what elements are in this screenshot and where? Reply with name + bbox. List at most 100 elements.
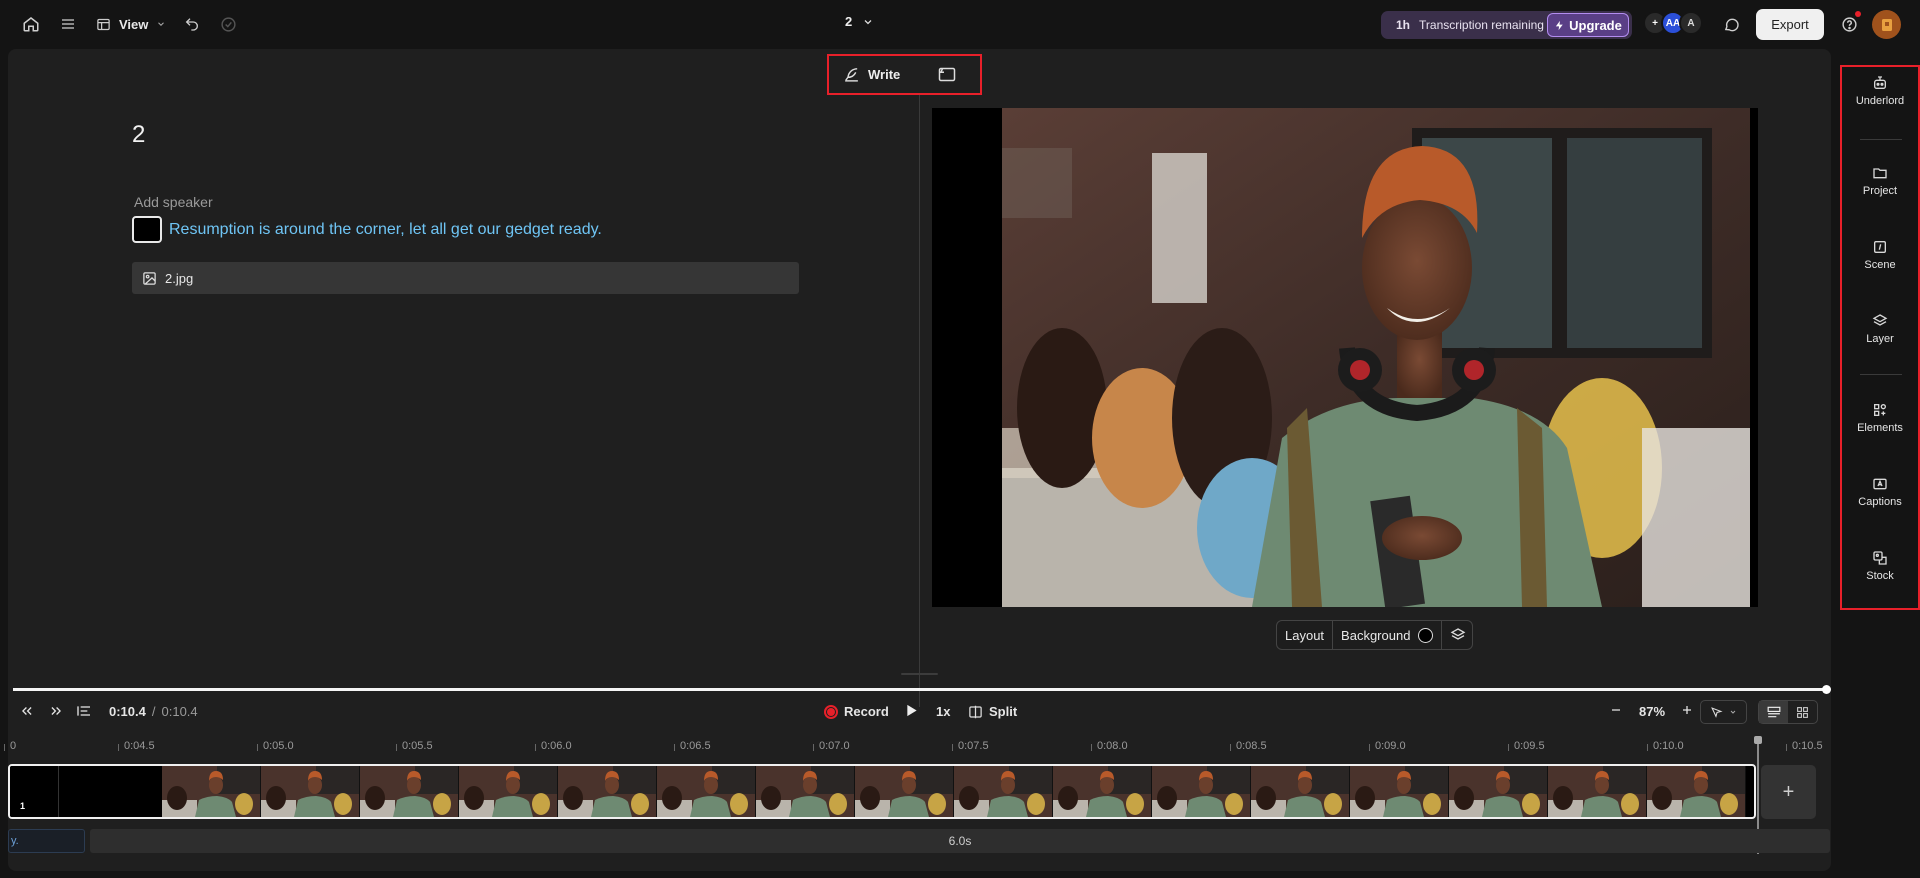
time-separator: / — [151, 704, 156, 719]
export-button[interactable]: Export — [1756, 9, 1824, 40]
media-file-row[interactable]: 2.jpg — [132, 262, 799, 294]
split-label: Split — [989, 704, 1018, 719]
clip-thumbnail — [1251, 766, 1350, 817]
playback-speed-button[interactable]: 1x — [936, 704, 950, 719]
ruler-tick: 0:09.5 — [1508, 740, 1545, 752]
media-file-name: 2.jpg — [165, 270, 194, 286]
saved-check-icon — [217, 13, 239, 35]
clip-thumbnails[interactable] — [162, 766, 1746, 817]
layers-button[interactable] — [1442, 621, 1474, 649]
sidebar-item-scene[interactable]: Scene — [1842, 239, 1918, 271]
sidebar-divider — [1860, 374, 1902, 375]
play-button[interactable] — [906, 704, 918, 717]
timeline-ruler[interactable]: 0 0:04.5 0:05.0 0:05.5 0:06.0 0:06.5 0:0… — [3, 736, 1831, 756]
clip-thumbnail — [855, 766, 954, 817]
add-clip-button[interactable]: + — [1761, 765, 1816, 819]
record-button[interactable]: Record — [824, 704, 889, 719]
chevron-down-icon — [864, 19, 872, 24]
record-icon — [824, 704, 838, 719]
timeline-resize-handle[interactable] — [901, 673, 938, 675]
robot-icon — [1874, 76, 1886, 89]
user-avatar[interactable] — [1872, 10, 1901, 39]
project-name: 2 — [845, 14, 853, 29]
audio-clip-left[interactable]: y. — [8, 829, 85, 853]
skip-forward-icon[interactable] — [49, 704, 63, 718]
sidebar-item-elements[interactable]: Elements — [1842, 402, 1918, 434]
scrubber-bar[interactable] — [13, 688, 1827, 691]
project-switcher[interactable]: 2 — [845, 14, 874, 29]
background-color-swatch — [1418, 627, 1434, 643]
background-label: Background — [1341, 627, 1411, 643]
timeline-list-view-icon[interactable] — [1759, 701, 1788, 723]
sidebar-item-label: Underlord — [1855, 95, 1905, 107]
sidebar-item-label: Layer — [1866, 333, 1894, 345]
help-icon[interactable] — [1838, 11, 1861, 35]
sidebar-item-captions[interactable]: Captions — [1842, 476, 1918, 508]
sidebar-item-project[interactable]: Project — [1842, 165, 1918, 197]
layout-mode-icon[interactable] — [938, 67, 956, 82]
comment-icon[interactable] — [1720, 13, 1742, 35]
background-button[interactable]: Background — [1333, 621, 1443, 649]
transcription-label: Transcription remaining — [1419, 18, 1544, 32]
clip-thumbnail — [261, 766, 360, 817]
sidebar-item-label: Elements — [1857, 422, 1903, 434]
script-track-icon[interactable] — [76, 704, 92, 718]
undo-icon[interactable] — [181, 13, 203, 35]
view-menu[interactable]: View — [96, 12, 166, 36]
zoom-level: 87% — [1639, 704, 1666, 719]
video-preview[interactable] — [932, 108, 1758, 607]
ruler-tick: 0 — [3, 740, 17, 752]
script-title[interactable]: 2 — [132, 121, 145, 149]
scene-icon — [1874, 241, 1886, 253]
preview-image — [1002, 108, 1750, 607]
sidebar-item-underlord[interactable]: Underlord — [1842, 75, 1918, 107]
ruler-tick: 0:07.0 — [813, 740, 850, 752]
layout-button[interactable]: Layout — [1277, 621, 1334, 649]
clip-thumbnail — [657, 766, 756, 817]
sidebar-item-layer[interactable]: Layer — [1842, 313, 1918, 345]
user-icon — [1881, 18, 1892, 31]
clip-thumbnail — [756, 766, 855, 817]
collaborators[interactable]: + AA A — [1643, 11, 1703, 35]
scrubber-handle[interactable] — [1822, 685, 1831, 694]
pane-divider[interactable] — [919, 95, 920, 707]
right-sidebar: Underlord Project Scene Layer Elements C… — [1840, 65, 1920, 610]
transcription-remaining-pill: 1h Transcription remaining Upgrade — [1381, 11, 1632, 39]
script-text[interactable]: Resumption is around the corner, let all… — [169, 221, 602, 239]
cursor-tool-select[interactable] — [1700, 700, 1747, 724]
notification-dot — [1855, 11, 1861, 17]
zoom-out-icon[interactable] — [1610, 704, 1622, 716]
sidebar-item-stock[interactable]: Stock — [1842, 550, 1918, 582]
view-label: View — [119, 16, 149, 32]
audio-clip[interactable]: 6.0s — [90, 829, 1830, 853]
zoom-in-icon[interactable] — [1681, 704, 1693, 716]
chevron-down-icon — [158, 22, 165, 26]
clip-thumbnail — [162, 766, 261, 817]
transcription-hours: 1h — [1396, 18, 1411, 32]
clip-thumbnail — [459, 766, 558, 817]
speaker-swatch[interactable] — [132, 216, 162, 243]
captions-icon — [1873, 478, 1887, 490]
view-icon — [97, 18, 110, 30]
audio-duration: 6.0s — [948, 834, 972, 848]
clip-number: 1 — [20, 801, 26, 811]
video-track[interactable]: 1 — [8, 764, 1756, 819]
image-icon — [143, 271, 156, 285]
add-speaker-button[interactable]: Add speaker — [134, 194, 213, 210]
ruler-tick: 0:09.0 — [1369, 740, 1406, 752]
total-time: 0:10.4 — [161, 704, 198, 719]
split-button[interactable]: Split — [968, 704, 1017, 719]
timeline-view-toggle — [1758, 700, 1818, 724]
write-mode-button[interactable]: Write — [843, 66, 900, 83]
layout-label: Layout — [1285, 627, 1325, 643]
editor-mode-toggle: Write — [827, 54, 982, 95]
blank-clip[interactable]: 1 — [10, 766, 162, 817]
ruler-tick: 0:10.0 — [1647, 740, 1684, 752]
elements-icon — [1874, 404, 1886, 416]
home-icon[interactable] — [20, 13, 42, 35]
upgrade-button[interactable]: Upgrade — [1547, 13, 1629, 37]
split-icon — [969, 705, 982, 718]
skip-back-icon[interactable] — [20, 704, 34, 718]
menu-icon[interactable] — [57, 13, 79, 35]
timeline-grid-view-icon[interactable] — [1788, 701, 1817, 723]
